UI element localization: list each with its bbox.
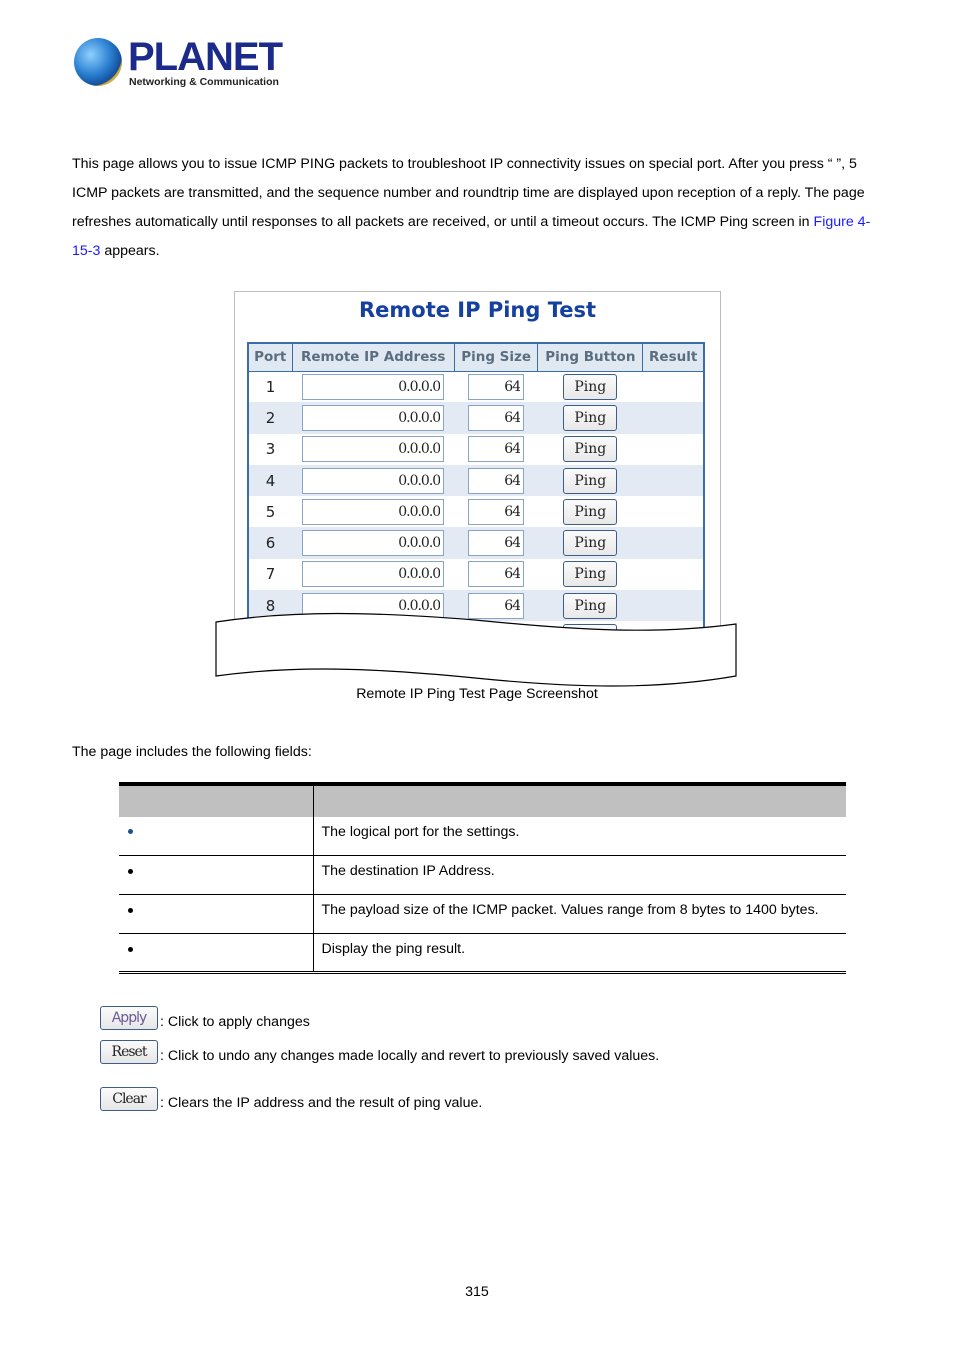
header-remote-ip: Remote IP Address: [291, 342, 455, 372]
ping-button[interactable]: Ping: [563, 561, 618, 588]
clear-description: : Clears the IP address and the result o…: [160, 1095, 483, 1111]
ping-button[interactable]: Ping: [563, 404, 618, 431]
ping-table-row: 6 Ping: [248, 527, 704, 559]
ping-table-row: 7 Ping: [248, 559, 704, 590]
field-description: The payload size of the ICMP packet. Val…: [313, 894, 846, 934]
bullet-icon: [128, 946, 133, 952]
ping-button[interactable]: Ping: [563, 373, 618, 400]
clear-button[interactable]: Clear: [100, 1087, 158, 1111]
ping-size-input[interactable]: [468, 404, 525, 431]
remote-ip-input[interactable]: [302, 530, 445, 557]
fields-header-description: [313, 785, 846, 817]
port-cell: 1: [265, 377, 276, 396]
result-cell: [642, 402, 704, 434]
ping-size-input[interactable]: [468, 467, 525, 494]
port-cell: 2: [248, 402, 292, 434]
logo-brand: PLANET: [128, 35, 283, 79]
apply-legend: Apply : Click to apply changes: [100, 1006, 310, 1030]
ping-button[interactable]: Ping: [563, 436, 618, 463]
fields-row: The logical port for the settings.: [119, 816, 846, 856]
page-number: 315: [465, 1284, 489, 1300]
ping-test-screenshot: Remote IP Ping Test Port Remote IP Addre…: [234, 291, 721, 631]
fields-intro: The page includes the following fields:: [72, 744, 312, 760]
ping-button[interactable]: Ping: [563, 467, 618, 494]
fields-row: The destination IP Address.: [119, 855, 846, 895]
clear-legend: Clear : Clears the IP address and the re…: [100, 1087, 482, 1111]
header-ping-size: Ping Size: [453, 342, 539, 372]
intro-paragraph: This page allows you to issue ICMP PING …: [72, 150, 887, 266]
remote-ip-input[interactable]: [302, 436, 445, 463]
port-cell: 5: [265, 502, 276, 521]
result-cell: [643, 559, 704, 590]
bullet-icon: [128, 907, 133, 913]
fields-table-header: [119, 785, 846, 817]
header-ping-button: Ping Button: [537, 342, 644, 372]
apply-button[interactable]: Apply: [100, 1006, 158, 1030]
header-port: Port: [247, 342, 293, 372]
reset-description: : Click to undo any changes made locally…: [160, 1048, 660, 1064]
header-result: Result: [642, 342, 705, 372]
reset-legend: Reset : Click to undo any changes made l…: [100, 1040, 659, 1064]
field-description: The destination IP Address.: [313, 855, 846, 895]
remote-ip-input[interactable]: [302, 404, 445, 431]
ping-size-input[interactable]: [468, 530, 525, 557]
planet-logo: PLANET Networking & Communication: [72, 36, 283, 92]
result-cell: [642, 464, 704, 497]
reset-button[interactable]: Reset: [100, 1040, 158, 1064]
port-cell: 6: [248, 527, 292, 559]
ping-size-input[interactable]: [468, 373, 525, 400]
ping-table-row: 3 Ping: [248, 434, 704, 465]
apply-description: : Click to apply changes: [160, 1014, 310, 1030]
remote-ip-input[interactable]: [302, 467, 445, 494]
result-cell: [643, 371, 704, 402]
logo-tagline: Networking & Communication: [129, 76, 279, 88]
fields-header-object: [119, 785, 314, 817]
torn-paper-edge: [215, 612, 737, 687]
fields-row: Display the ping result.: [119, 933, 846, 974]
globe-icon: [74, 38, 122, 86]
remote-ip-input[interactable]: [302, 498, 445, 525]
bullet-icon: [128, 868, 133, 874]
result-cell: [642, 527, 704, 559]
ping-table-header: Port Remote IP Address Ping Size Ping Bu…: [247, 342, 705, 372]
fields-row: The payload size of the ICMP packet. Val…: [119, 894, 846, 934]
ping-size-input[interactable]: [468, 561, 525, 588]
screenshot-caption: Remote IP Ping Test Page Screenshot: [356, 686, 598, 702]
ping-table-row: 1 Ping: [248, 371, 704, 402]
ping-table-row: 5 Ping: [248, 496, 704, 527]
port-cell: 7: [265, 565, 276, 584]
bullet-icon: [128, 829, 133, 835]
remote-ip-input[interactable]: [302, 373, 445, 400]
intro-text-end: appears.: [100, 243, 160, 259]
ping-button[interactable]: Ping: [563, 498, 618, 525]
port-cell: 3: [265, 440, 276, 459]
screenshot-title: Remote IP Ping Test: [358, 298, 597, 322]
field-description: Display the ping result.: [313, 933, 846, 974]
port-cell: 4: [248, 464, 292, 497]
ping-table-row: 2 Ping: [248, 402, 704, 434]
fields-table: The logical port for the settings. The d…: [119, 785, 846, 974]
result-cell: [643, 434, 704, 465]
ping-table-row: 4 Ping: [248, 464, 704, 497]
ping-button[interactable]: Ping: [563, 530, 618, 557]
remote-ip-input[interactable]: [302, 561, 445, 588]
ping-size-input[interactable]: [468, 498, 525, 525]
result-cell: [643, 496, 704, 527]
ping-table: Port Remote IP Address Ping Size Ping Bu…: [247, 342, 705, 631]
ping-size-input[interactable]: [468, 436, 525, 463]
field-description: The logical port for the settings.: [313, 816, 846, 856]
intro-text: This page allows you to issue ICMP PING …: [72, 156, 865, 230]
